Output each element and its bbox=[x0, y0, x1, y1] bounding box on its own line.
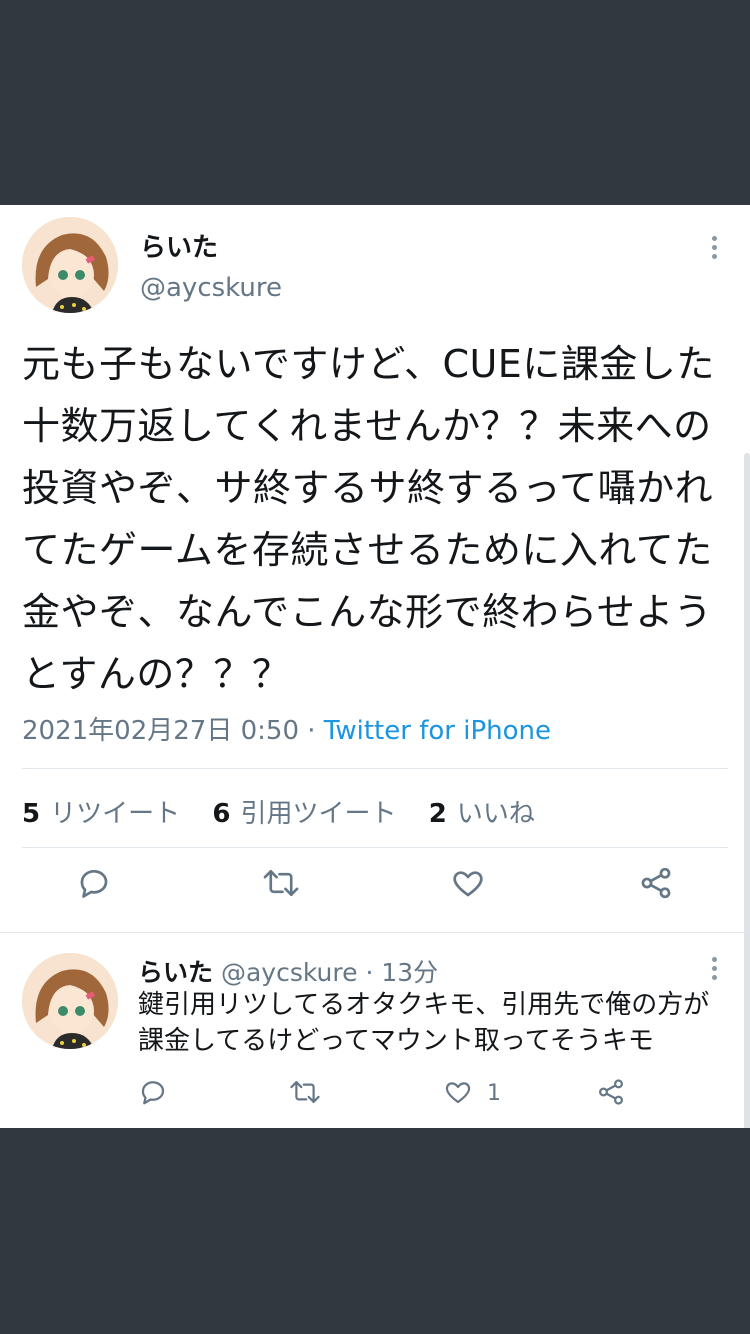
user-handle[interactable]: @aycskure bbox=[140, 273, 282, 303]
like-icon[interactable] bbox=[450, 865, 486, 901]
section-divider bbox=[0, 932, 750, 933]
divider bbox=[22, 847, 728, 848]
scrollbar[interactable] bbox=[744, 453, 750, 1128]
reply-time[interactable]: 13分 bbox=[381, 958, 438, 987]
share-icon[interactable] bbox=[638, 865, 674, 901]
reply-header: らいた @aycskure · 13分 bbox=[138, 953, 438, 989]
likes-label: いいね bbox=[456, 799, 535, 829]
reply-separator: · bbox=[357, 958, 382, 987]
tweet-timestamp[interactable]: 2021年02月27日 0:50 bbox=[22, 716, 299, 746]
share-icon[interactable] bbox=[596, 1077, 626, 1107]
retweet-icon[interactable] bbox=[289, 1077, 321, 1107]
more-options-icon[interactable] bbox=[709, 236, 719, 263]
display-name[interactable]: らいた bbox=[140, 227, 218, 264]
avatar[interactable] bbox=[22, 217, 118, 313]
like-icon[interactable] bbox=[443, 1077, 473, 1107]
reply-more-options-icon[interactable] bbox=[709, 957, 719, 984]
reply-text: 鍵引用リツしてるオタクキモ、引用先で俺の方が課金してるけどってマウント取ってそう… bbox=[138, 990, 710, 1056]
meta-separator: · bbox=[299, 716, 324, 746]
tweet-detail-card: らいた @aycskure 元も子もないですけど、CUEに課金した十数万返してく… bbox=[0, 205, 750, 1128]
top-background bbox=[0, 0, 750, 205]
reply-like-count: 1 bbox=[487, 1081, 501, 1106]
retweets-stat[interactable]: 5 リツイート bbox=[22, 799, 180, 829]
tweet-text: 元も子もないですけど、CUEに課金した十数万返してくれませんか？？未来への投資や… bbox=[22, 342, 715, 696]
tweet-action-bar bbox=[0, 865, 750, 909]
reply-display-name[interactable]: らいた bbox=[138, 958, 213, 987]
divider bbox=[22, 768, 728, 769]
likes-stat[interactable]: 2 いいね bbox=[429, 799, 535, 829]
likes-count: 2 bbox=[428, 799, 447, 829]
quotes-label: 引用ツイート bbox=[240, 799, 397, 829]
tweet-source-link[interactable]: Twitter for iPhone bbox=[324, 716, 551, 746]
retweets-label: リツイート bbox=[50, 799, 181, 829]
retweet-icon[interactable] bbox=[262, 865, 300, 901]
bottom-background bbox=[0, 1128, 750, 1334]
reply-icon[interactable] bbox=[138, 1077, 168, 1107]
tweet-meta: 2021年02月27日 0:50 · Twitter for iPhone bbox=[22, 710, 551, 747]
reply-action-bar bbox=[0, 1077, 750, 1113]
reply-handle[interactable]: @aycskure bbox=[221, 958, 358, 987]
reply-icon[interactable] bbox=[76, 865, 112, 901]
retweets-count: 5 bbox=[22, 799, 41, 829]
reply-avatar[interactable] bbox=[22, 953, 118, 1049]
tweet-stats: 5 リツイート 6 引用ツイート 2 いいね bbox=[22, 793, 559, 830]
quotes-count: 6 bbox=[212, 799, 231, 829]
quotes-stat[interactable]: 6 引用ツイート bbox=[212, 799, 396, 829]
